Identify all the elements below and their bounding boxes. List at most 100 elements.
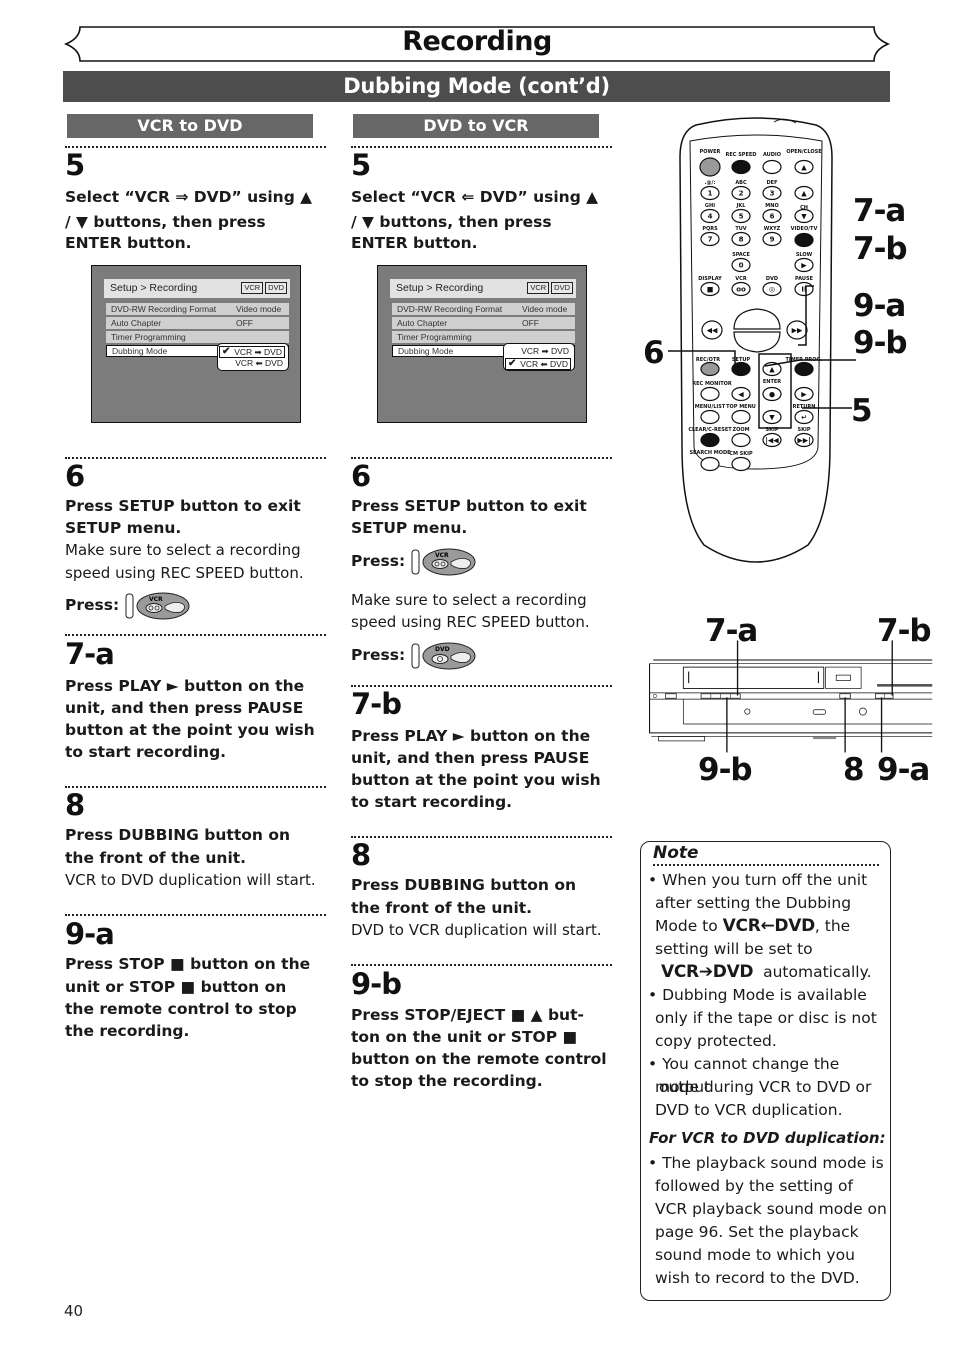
callout-7b: 7-b: [853, 231, 908, 267]
callout-6: 6: [643, 335, 665, 371]
osd-option-label: VCR ⬅ DVD: [520, 359, 568, 369]
digit-1-button[interactable]: 1: [700, 185, 720, 201]
osd-row[interactable]: Timer Programming: [106, 331, 289, 343]
note-subheading: For VCR to DVD duplication:: [649, 1129, 886, 1147]
svg-text:3: 3: [770, 190, 775, 198]
step-instruction: the front of the unit.: [351, 899, 533, 917]
vcr-button-press-icon: VCR: [125, 590, 191, 620]
osd-row-label: DVD-RW Recording Format: [111, 304, 217, 314]
step-instruction: / ▼ buttons, then press: [351, 213, 552, 231]
step-instruction: ENTER button.: [65, 234, 192, 252]
osd-tag-dvd: DVD: [265, 282, 287, 294]
press-instruction: Press: DVD: [351, 640, 477, 670]
osd-tag-dvd: DVD: [551, 282, 573, 294]
note-text-part: Mode to: [655, 917, 723, 935]
step-number: 5: [351, 148, 371, 182]
note-text: • When you turn off the unit: [648, 871, 868, 889]
note-title: Note: [653, 843, 699, 863]
note-text: VCR playback sound mode on: [655, 1200, 887, 1218]
note-text: only if the tape or disc is not: [655, 1009, 877, 1027]
note-text: followed by the setting of: [655, 1177, 853, 1195]
osd-option-dvd-to-vcr[interactable]: ✔ VCR ⬅ DVD: [505, 358, 571, 370]
note-text: copy protected.: [655, 1032, 777, 1050]
step-instruction: the recording.: [65, 1022, 190, 1040]
section-title: Dubbing Mode (cont’d): [63, 71, 890, 102]
note-text: setting will be set to: [655, 940, 813, 958]
step-instruction: Select “VCR ⇒ DVD” using ▲: [65, 188, 313, 206]
osd-breadcrumb: Setup > Recording: [396, 282, 484, 294]
page-number: 40: [64, 1302, 84, 1320]
unit-callout-7b: 7-b: [877, 613, 932, 649]
step-number: 9-b: [351, 967, 402, 1001]
callout-9b: 9-b: [853, 325, 908, 361]
open-close-button[interactable]: ▲: [794, 159, 814, 175]
osd-tag-vcr: VCR: [527, 282, 550, 294]
osd-option-label: VCR ➡ DVD: [521, 346, 569, 356]
osd-row[interactable]: DVD-RW Recording Format Video mode: [392, 303, 575, 315]
step-instruction: SETUP menu.: [351, 519, 468, 537]
note-text-part: automatically.: [763, 963, 872, 981]
page-title: Recording: [402, 26, 552, 57]
osd-dubbing-popup: VCR ➡ DVD ✔ VCR ⬅ DVD: [503, 343, 575, 371]
dvd-vcr-unit-illustration: [649, 640, 933, 753]
step-instruction: Press SETUP button to exit: [351, 497, 587, 515]
osd-row[interactable]: DVD-RW Recording Format Video mode: [106, 303, 289, 315]
osd-option-vcr-to-dvd[interactable]: VCR ➡ DVD: [505, 346, 571, 358]
step-instruction: ENTER button.: [351, 234, 478, 252]
divider: [65, 457, 326, 460]
osd-dubbing-popup: ✔ VCR ➡ DVD VCR ⬅ DVD: [217, 343, 289, 371]
note-box: Note • When you turn off the unit after …: [640, 841, 891, 1301]
step-number: 8: [351, 838, 371, 872]
svg-text:VCR: VCR: [149, 596, 163, 603]
step-instruction: unit, and then press PAUSE: [351, 749, 590, 767]
osd-option-dvd-to-vcr[interactable]: VCR ⬅ DVD: [219, 358, 285, 370]
osd-row[interactable]: Timer Programming: [392, 331, 575, 343]
step-instruction: Press PLAY ► button on the: [351, 727, 591, 745]
osd-row[interactable]: Auto Chapter OFF: [106, 317, 289, 329]
step-instruction: Select “VCR ⇐ DVD” using ▲: [351, 188, 599, 206]
divider: [65, 146, 326, 149]
check-icon: ✔: [222, 346, 231, 357]
channel-up-button[interactable]: ▲: [794, 185, 814, 201]
digit-3-button[interactable]: 3: [762, 185, 782, 201]
step-instruction: to start recording.: [351, 793, 513, 811]
osd-tag-vcr: VCR: [241, 282, 264, 294]
step-instruction: / ▼ buttons, then press: [65, 213, 266, 231]
press-label: Press:: [351, 646, 406, 664]
step-note: Make sure to select a recording: [351, 591, 587, 609]
divider: [65, 786, 326, 789]
note-text: Mode to VCR←DVD, the: [648, 915, 888, 938]
svg-text:▲: ▲: [801, 164, 807, 172]
callout-9a: 9-a: [853, 288, 906, 324]
step-instruction: ton on the unit or STOP ■: [351, 1028, 578, 1046]
unit-callout-9b: 9-b: [698, 752, 753, 788]
svg-text:2: 2: [739, 190, 744, 198]
step-number: 5: [65, 148, 85, 182]
step-note: Make sure to select a recording: [65, 541, 301, 559]
osd-option-vcr-to-dvd[interactable]: ✔ VCR ➡ DVD: [219, 346, 285, 358]
remote-label-k3_sub: DEF: [767, 180, 778, 186]
cm-skip-button[interactable]: [731, 456, 751, 472]
note-text-part: , the: [814, 917, 851, 935]
osd-header: Setup > Recording VCR DVD: [390, 279, 576, 298]
osd-row[interactable]: Auto Chapter OFF: [392, 317, 575, 329]
digit-2-button[interactable]: 2: [731, 185, 751, 201]
remote-label-rec_speed: REC SPEED: [726, 152, 757, 158]
search-mode-button[interactable]: [700, 456, 720, 472]
step-number: 8: [65, 788, 85, 822]
column-header-vcr-to-dvd: VCR to DVD: [67, 114, 313, 138]
osd-row-value: Video mode: [236, 304, 282, 314]
rec-speed-button[interactable]: [731, 159, 751, 175]
step-note: DVD to VCR duplication will start.: [351, 921, 602, 939]
dubbing-mode-dvd-to-vcr: VCR←DVD: [722, 916, 816, 936]
audio-button[interactable]: [762, 159, 782, 175]
note-text: • The playback sound mode is: [648, 1154, 884, 1172]
divider: [351, 146, 612, 149]
step-number: 7-b: [351, 687, 402, 721]
power-button[interactable]: [699, 157, 721, 177]
step-instruction: SETUP menu.: [65, 519, 182, 537]
osd-breadcrumb: Setup > Recording: [110, 282, 198, 294]
step-instruction: to start recording.: [65, 743, 227, 761]
note-text: • Dubbing Mode is available: [648, 986, 867, 1004]
osd-header: Setup > Recording VCR DVD: [104, 279, 290, 298]
